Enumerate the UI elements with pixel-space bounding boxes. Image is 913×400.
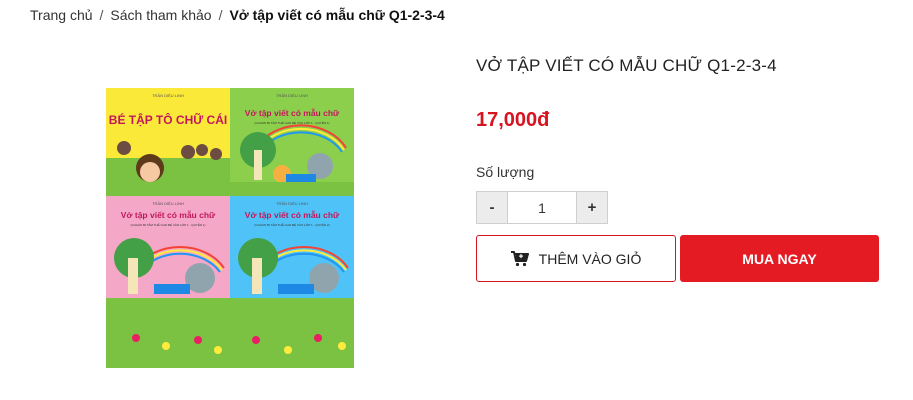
breadcrumb-separator: / [218,7,223,23]
product-title: VỞ TẬP VIẾT CÓ MẪU CHỮ Q1-2-3-4 [476,56,777,75]
quantity-stepper: - + [476,191,608,224]
buy-now-label: MUA NGAY [742,250,817,267]
add-to-cart-label: THÊM VÀO GIỎ [538,250,642,267]
cover-subtitle: (CHUẨN BỊ TÂM THẾ CHO BÉ VÀO LỚP 1 - QUY… [254,120,329,125]
book-cover-3: TRẦN DIỆU LINH Vở tập viết có mẫu chữ (C… [106,196,230,368]
cover-title: Vở tập viết có mẫu chữ [245,210,340,220]
quantity-label: Số lượng [476,164,535,180]
add-to-cart-button[interactable]: THÊM VÀO GIỎ [476,235,676,282]
cover-author: TRẦN DIỆU LINH [152,201,184,206]
cart-icon [510,250,529,266]
quantity-input[interactable] [508,192,576,223]
product-image[interactable]: TRẦN DIỆU LINH BÉ TẬP TÔ CHỮ CÁI TRẦN DI… [106,88,354,368]
quantity-decrease-button[interactable]: - [477,192,508,223]
book-cover-4: TRẦN DIỆU LINH Vở tập viết có mẫu chữ (C… [230,196,354,368]
product-price: 17,000đ [476,109,550,131]
book-cover-2: TRẦN DIỆU LINH Vở tập viết có mẫu chữ (C… [230,88,354,196]
cover-author: TRẦN DIỆU LINH [276,93,308,98]
buy-now-button[interactable]: MUA NGAY [680,235,879,282]
cover-title: Vở tập viết có mẫu chữ [245,108,340,118]
cover-title: BÉ TẬP TÔ CHỮ CÁI [109,112,227,127]
quantity-increase-button[interactable]: + [576,192,607,223]
breadcrumb: Trang chủ / Sách tham khảo / Vở tập viết… [30,7,445,23]
cover-subtitle: (CHUẨN BỊ TÂM THẾ CHO BÉ VÀO LỚP 1 - QUY… [254,222,329,227]
breadcrumb-category-link[interactable]: Sách tham khảo [110,7,211,23]
cover-title: Vở tập viết có mẫu chữ [121,210,216,220]
cover-author: TRẦN DIỆU LINH [152,93,184,98]
breadcrumb-separator: / [99,7,104,23]
breadcrumb-home-link[interactable]: Trang chủ [30,7,93,23]
book-cover-1: TRẦN DIỆU LINH BÉ TẬP TÔ CHỮ CÁI [106,88,230,196]
cover-subtitle: (CHUẨN BỊ TÂM THẾ CHO BÉ VÀO LỚP 1 - QUY… [130,222,205,227]
breadcrumb-current: Vở tập viết có mẫu chữ Q1-2-3-4 [229,7,445,23]
cover-author: TRẦN DIỆU LINH [276,201,308,206]
